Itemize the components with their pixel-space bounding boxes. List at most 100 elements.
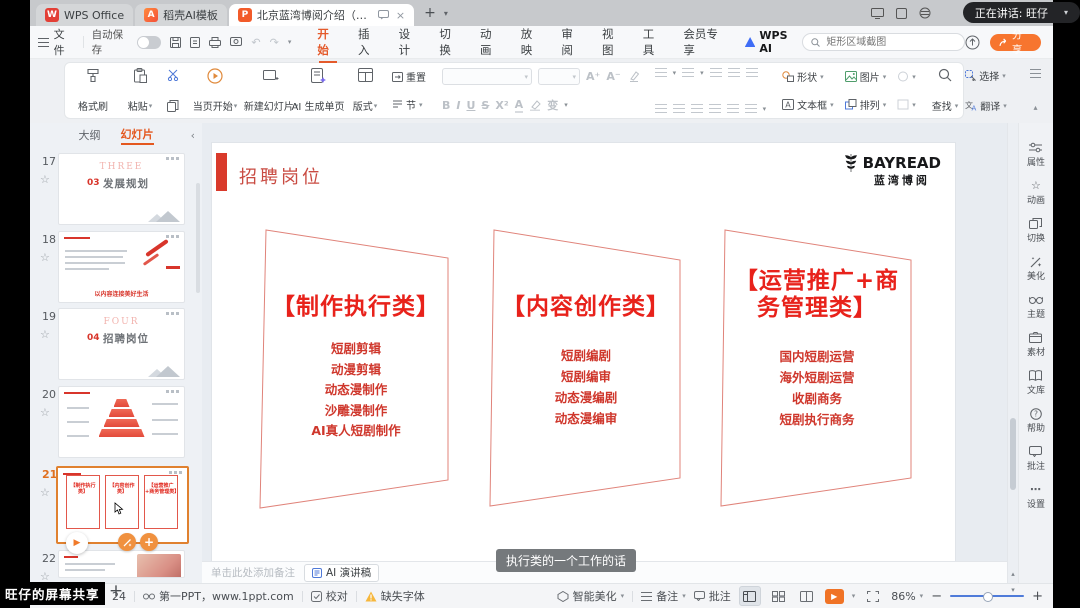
menu-slideshow[interactable]: 放映 — [521, 26, 543, 58]
font-name-select[interactable]: ▾ — [442, 68, 532, 85]
superscript-button[interactable]: X² — [495, 99, 508, 112]
undo-icon[interactable]: ↶ — [251, 36, 260, 49]
slide-17-thumbnail[interactable]: THREE 03 发展规划 — [58, 153, 185, 225]
select-button[interactable]: 选择▾ — [965, 68, 1007, 83]
tab-docer-ai[interactable]: A 稻壳AI模板 — [135, 4, 227, 26]
tab-list-chevron-icon[interactable]: ▾ — [444, 9, 448, 18]
slide-19-thumbnail[interactable]: FOUR 04 招聘岗位 — [58, 308, 185, 380]
tab-slides[interactable]: 幻灯片 — [121, 126, 154, 145]
favorite-star-icon[interactable]: ☆ — [40, 251, 50, 264]
tab-presentation-active[interactable]: P 北京蓝湾博阅介绍（校招宣讲 × — [229, 4, 414, 26]
comment-button[interactable]: 批注 — [694, 588, 731, 604]
rail-theme[interactable]: 主题 — [1027, 293, 1045, 320]
chevron-down-icon[interactable]: ▾ — [1064, 8, 1068, 17]
slideshow-play-button[interactable]: ▶ — [825, 589, 844, 604]
font-color-button[interactable]: A — [515, 98, 524, 113]
align-left-icon[interactable] — [655, 104, 667, 113]
print-icon[interactable] — [209, 37, 221, 48]
normal-view-button[interactable] — [739, 586, 761, 606]
new-slide-button[interactable]: 新建幻灯片▾ — [251, 66, 291, 115]
line-spacing-icon[interactable] — [745, 104, 757, 113]
textbox-button[interactable]: A 文本框▾ — [782, 97, 834, 112]
paste-button[interactable]: 粘贴▾ — [120, 66, 160, 115]
thumbs-scrollbar[interactable] — [196, 183, 200, 293]
panel-production[interactable]: 【制作执行类】 短剧剪辑 动漫剪辑 动态漫制作 沙雕漫制作 AI真人短剧制作 — [258, 228, 454, 510]
favorite-star-icon[interactable]: ☆ — [40, 406, 50, 419]
quickbar-chevron-icon[interactable]: ▾ — [288, 38, 292, 46]
cut-icon[interactable] — [167, 69, 179, 81]
ai-generate-page-button[interactable]: AI 生成单页 — [298, 66, 338, 115]
menu-member[interactable]: 会员专享 — [683, 26, 726, 58]
previous-slide-button[interactable]: ▴ — [1008, 567, 1018, 580]
columns-icon[interactable] — [727, 104, 739, 113]
new-tab-button[interactable]: + — [424, 5, 436, 21]
font-size-select[interactable]: ▾ — [538, 68, 580, 85]
cast-icon[interactable] — [871, 8, 884, 19]
arrange-button[interactable]: 排列▾ — [845, 97, 887, 112]
play-from-current-button[interactable]: 当页开始▾ — [195, 66, 235, 115]
share-button[interactable]: 分享 — [990, 34, 1041, 51]
zoom-level[interactable]: 86%▾ — [891, 590, 923, 603]
autosave-toggle[interactable] — [137, 36, 161, 49]
rail-comments[interactable]: 批注 — [1027, 445, 1045, 472]
scrollbar-thumb[interactable] — [1010, 418, 1016, 490]
find-button[interactable]: 查找▾ — [932, 98, 959, 113]
cloud-upload-icon[interactable] — [965, 35, 980, 50]
copy-icon[interactable] — [167, 100, 179, 112]
menu-insert[interactable]: 插入 — [358, 26, 380, 58]
beautify-magic-button[interactable] — [118, 533, 136, 551]
translate-button[interactable]: 文A 翻译▾ — [965, 98, 1007, 113]
settings-globe-icon[interactable] — [919, 7, 931, 19]
slide-18-thumbnail[interactable]: 以内容连接美好生活 — [58, 231, 185, 303]
task-list-icon[interactable] — [1030, 69, 1041, 78]
menu-review[interactable]: 审阅 — [561, 26, 583, 58]
reset-slide-button[interactable]: 重置 — [392, 69, 426, 84]
rail-animation[interactable]: ☆ 动画 — [1027, 179, 1045, 206]
section-button[interactable]: 节▾ — [392, 97, 426, 112]
search-input[interactable] — [824, 36, 956, 49]
menu-home[interactable]: 开始 — [317, 26, 339, 58]
slide-20-thumbnail[interactable] — [58, 386, 185, 458]
redo-icon[interactable]: ↷ — [270, 36, 279, 49]
rail-help[interactable]: ? 帮助 — [1027, 407, 1045, 434]
bold-button[interactable]: B — [442, 99, 450, 112]
format-painter-button[interactable]: 格式刷 — [73, 66, 113, 115]
slide-title[interactable]: 招聘岗位 — [239, 163, 323, 189]
italic-button[interactable]: I — [456, 99, 460, 112]
rail-settings[interactable]: ⋯ 设置 — [1027, 483, 1045, 510]
proofread-button[interactable]: 校对 — [311, 588, 348, 604]
grow-font-button[interactable]: A⁺ — [586, 70, 600, 83]
layout-button[interactable]: 版式▾ — [345, 66, 385, 115]
slide-canvas[interactable]: 招聘岗位 BAYREAD 蓝湾博阅 【制作执行类】 短剧剪辑 动漫剪辑 — [212, 143, 955, 563]
menu-animation[interactable]: 动画 — [480, 26, 502, 58]
favorite-star-icon[interactable]: ☆ — [40, 173, 50, 186]
panel-content-creation[interactable]: 【内容创作类】 短剧编剧 短剧编审 动态漫编剧 动态漫编审 — [488, 228, 684, 510]
zoom-slider-knob[interactable] — [983, 592, 993, 602]
find-icon[interactable] — [938, 68, 952, 82]
zoom-out-button[interactable]: − — [931, 589, 942, 604]
strikethrough-button[interactable]: S — [481, 99, 489, 112]
favorite-star-icon[interactable]: ☆ — [40, 328, 50, 341]
favorite-star-icon[interactable]: ☆ — [40, 486, 50, 499]
rail-transition[interactable]: 切换 — [1027, 217, 1045, 244]
shrink-font-button[interactable]: A⁻ — [606, 70, 620, 83]
notes-placeholder[interactable]: 单击此处添加备注 — [211, 565, 295, 580]
zoom-in-button[interactable]: + — [1032, 589, 1043, 604]
numbered-list-icon[interactable] — [682, 68, 694, 77]
menu-view[interactable]: 视图 — [602, 26, 624, 58]
search-box[interactable] — [802, 33, 965, 51]
rail-properties[interactable]: 属性 — [1027, 141, 1045, 168]
text-effects-button[interactable]: 变 — [547, 97, 558, 113]
justify-icon[interactable] — [709, 104, 721, 113]
increase-indent-icon[interactable] — [728, 68, 740, 77]
collapse-ribbon-icon[interactable]: ▴ — [1033, 103, 1037, 112]
add-slide-quick-button[interactable]: + — [140, 533, 158, 551]
rail-beautify[interactable]: 美化 — [1027, 255, 1045, 282]
collapse-panel-icon[interactable]: ‹ — [191, 129, 195, 142]
highlight-color-icon[interactable] — [529, 100, 541, 111]
tab-wps-office[interactable]: W WPS Office — [36, 4, 133, 26]
slide-22-thumbnail[interactable] — [58, 550, 185, 578]
ai-speech-button[interactable]: AI 演讲稿 — [304, 564, 379, 582]
save-icon[interactable] — [170, 37, 181, 48]
fullscreen-button[interactable] — [863, 587, 883, 605]
